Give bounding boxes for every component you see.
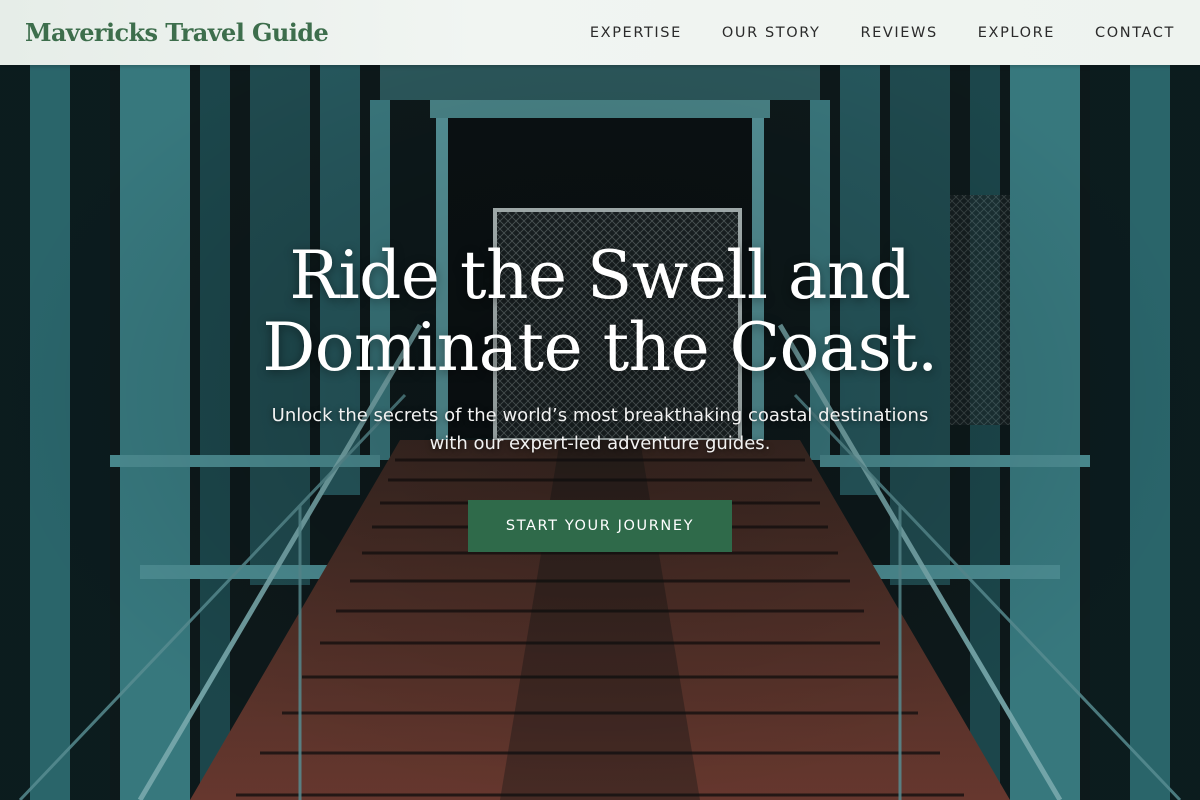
start-journey-button[interactable]: START YOUR JOURNEY: [468, 500, 732, 552]
nav-item-reviews[interactable]: REVIEWS: [860, 25, 937, 41]
hero-subtitle: Unlock the secrets of the world’s most b…: [250, 402, 950, 458]
hero-title-line-2: Dominate the Coast.: [262, 309, 938, 386]
hero-title: Ride the Swell and Dominate the Coast.: [150, 240, 1050, 384]
hero-section: Ride the Swell and Dominate the Coast. U…: [0, 65, 1200, 800]
main-nav: EXPERTISE OUR STORY REVIEWS EXPLORE CONT…: [590, 25, 1175, 41]
hero-subtitle-line-2: with our expert-led adventure guides.: [429, 433, 771, 454]
brand-logo[interactable]: Mavericks Travel Guide: [25, 18, 329, 47]
hero-content: Ride the Swell and Dominate the Coast. U…: [150, 240, 1050, 552]
nav-item-our-story[interactable]: OUR STORY: [722, 25, 821, 41]
nav-item-expertise[interactable]: EXPERTISE: [590, 25, 682, 41]
nav-item-explore[interactable]: EXPLORE: [978, 25, 1055, 41]
site-header: Mavericks Travel Guide EXPERTISE OUR STO…: [0, 0, 1200, 65]
nav-item-contact[interactable]: CONTACT: [1095, 25, 1175, 41]
hero-subtitle-line-1: Unlock the secrets of the world’s most b…: [271, 405, 929, 426]
hero-title-line-1: Ride the Swell and: [289, 237, 911, 314]
